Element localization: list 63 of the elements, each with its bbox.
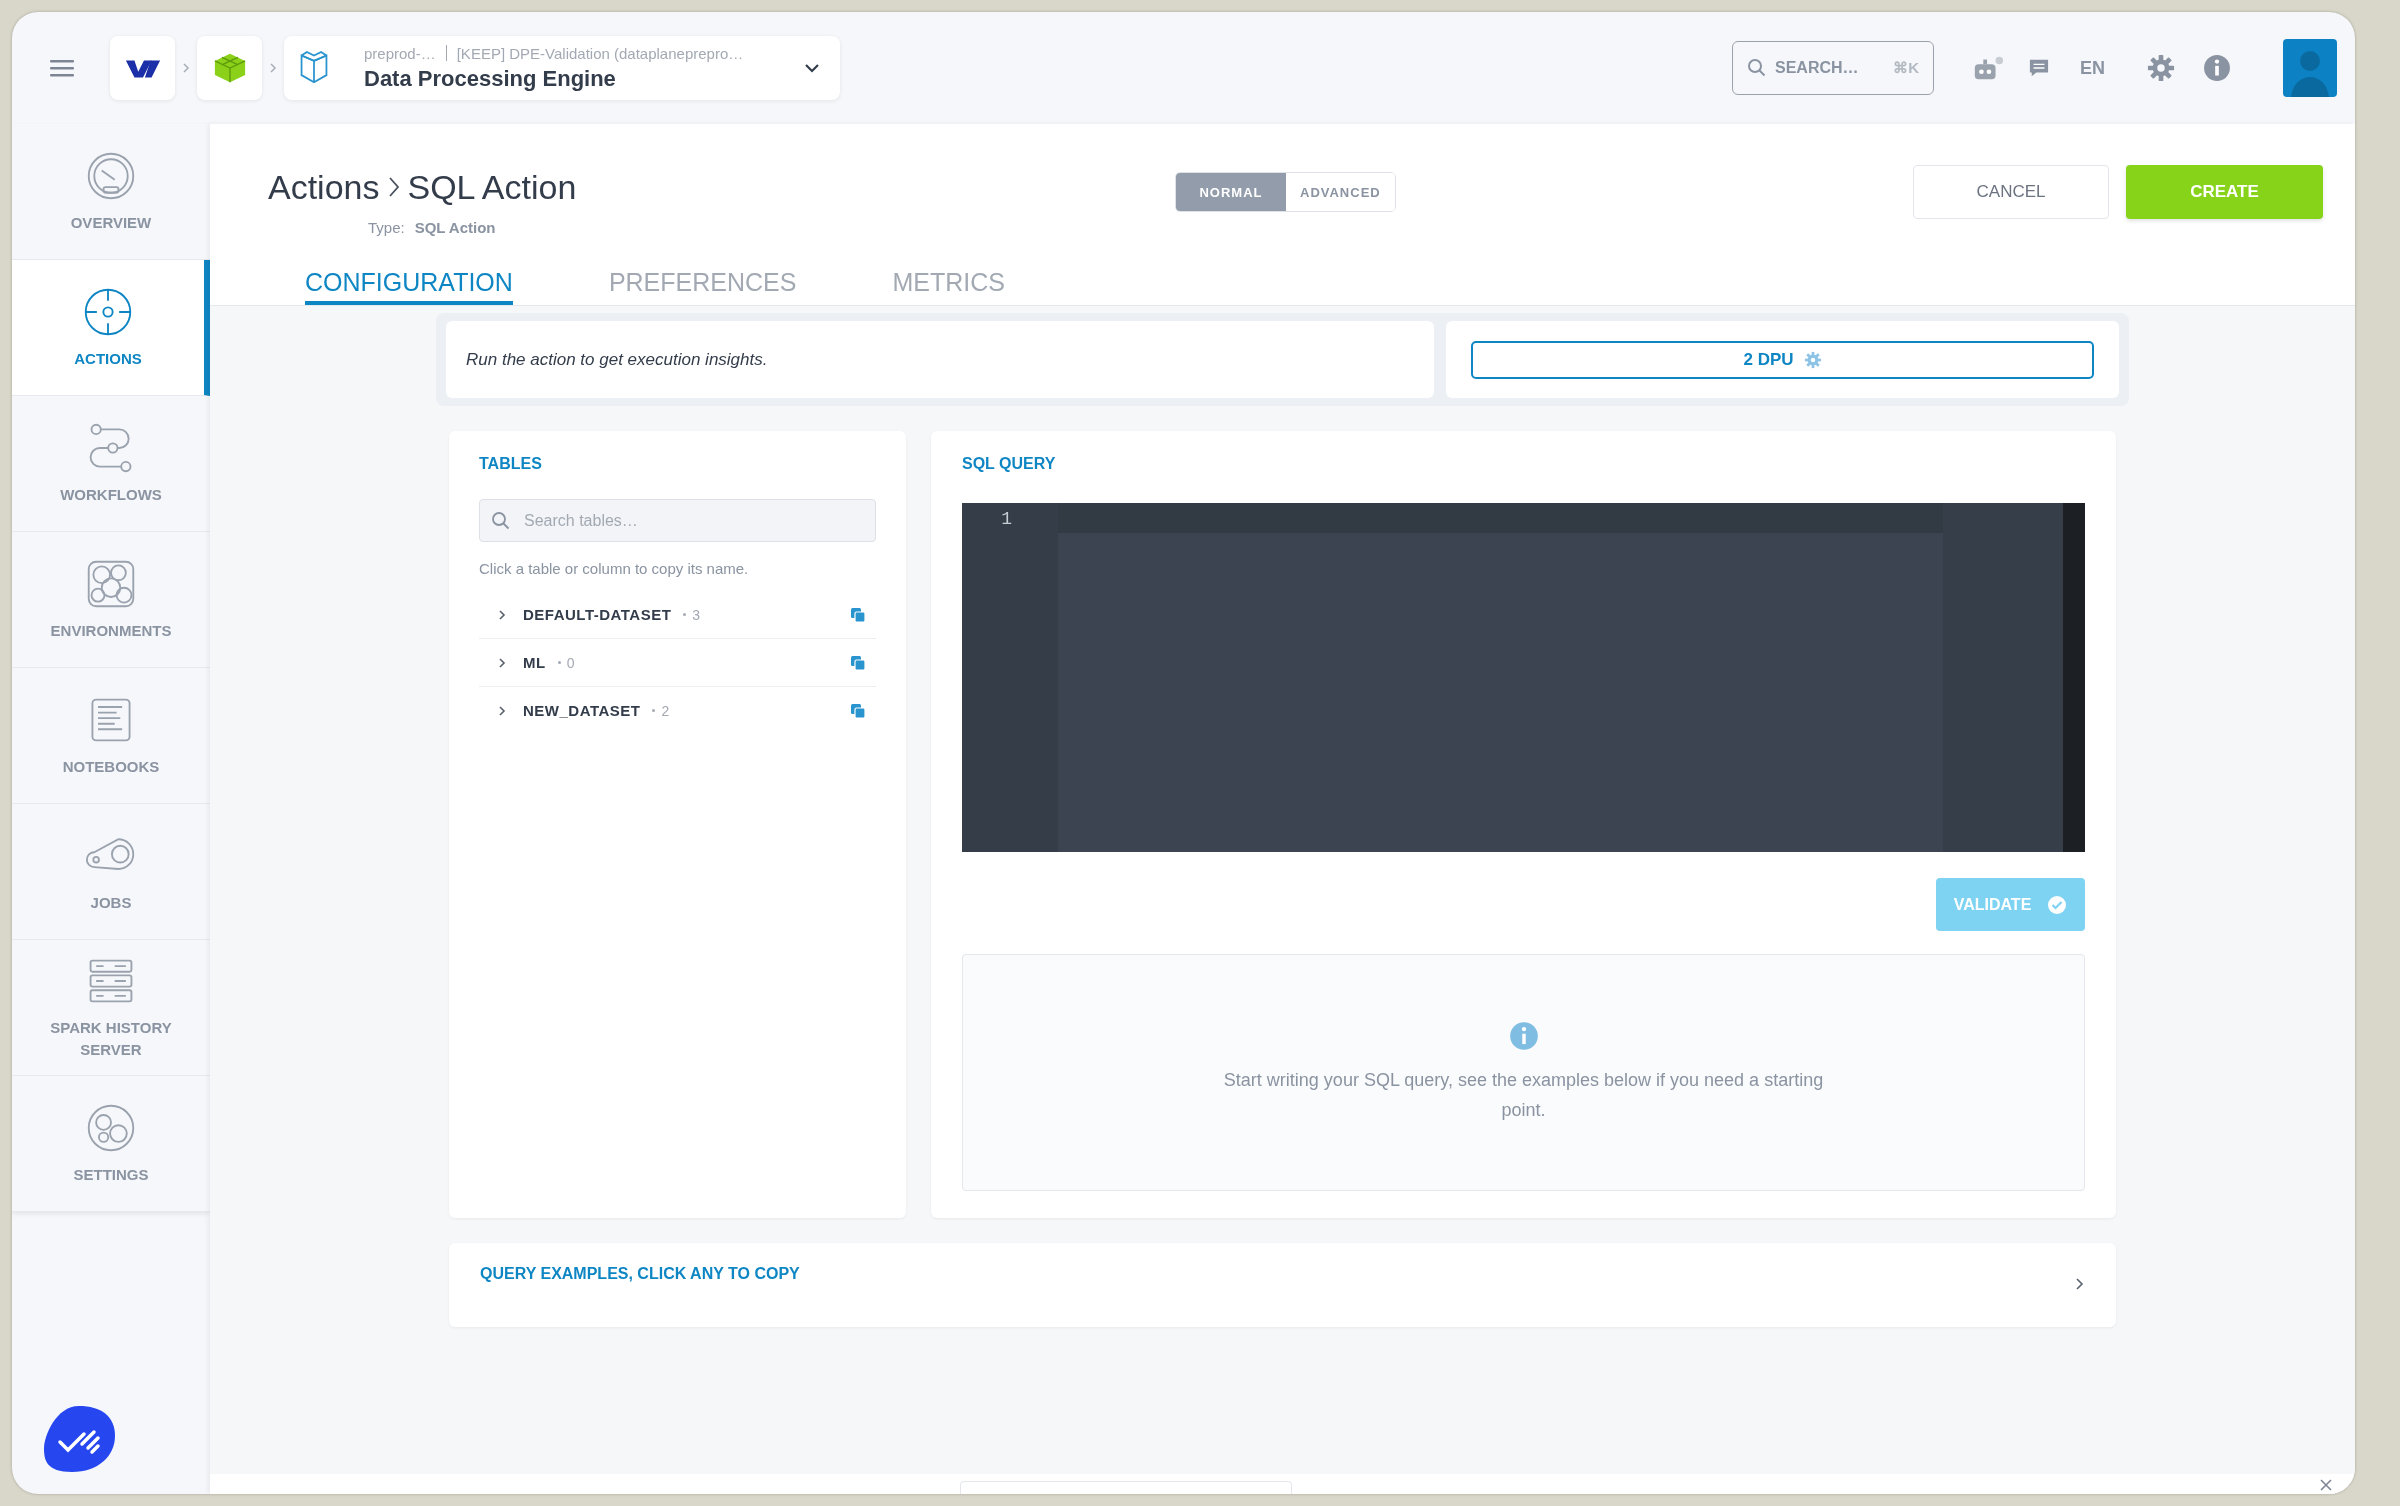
- query-examples-bar[interactable]: QUERY EXAMPLES, CLICK ANY TO COPY: [449, 1243, 2116, 1327]
- expand-chevron-icon[interactable]: [497, 656, 507, 669]
- scrollbar[interactable]: [2063, 503, 2085, 852]
- column-count: 2: [661, 702, 670, 719]
- cancel-button[interactable]: CANCEL: [1913, 165, 2109, 219]
- chevron-right-icon: [182, 62, 190, 74]
- robot-icon[interactable]: [1972, 54, 2004, 82]
- language-code[interactable]: EN: [2080, 57, 2105, 79]
- checkmark-bubble-icon[interactable]: [42, 1404, 116, 1474]
- global-search-field[interactable]: SEARCH… ⌘K: [1732, 41, 1934, 95]
- search-placeholder: SEARCH…: [1775, 59, 1860, 77]
- table-search-field[interactable]: Search tables…: [479, 499, 876, 542]
- mode-toggle-option[interactable]: NORMAL: [1176, 173, 1286, 211]
- info-text: Start writing your SQL query, see the examples below if you need a starting point.: [1222, 1068, 1825, 1122]
- org-button[interactable]: [197, 36, 262, 100]
- project-name: [KEEP] DPE-Validation (dataplanepreprо…: [456, 44, 744, 62]
- search-icon: [1747, 58, 1767, 78]
- info-icon: [1508, 1020, 1539, 1051]
- copy-icon[interactable]: [850, 702, 866, 719]
- copy-icon[interactable]: [850, 606, 866, 623]
- org-name: preprod-…: [364, 44, 436, 62]
- search-icon: [491, 511, 511, 531]
- tab[interactable]: METRICS: [892, 268, 1005, 305]
- chevron-right-icon: [269, 62, 277, 74]
- menu-icon[interactable]: [50, 59, 74, 77]
- expand-chevron-icon[interactable]: [497, 704, 507, 717]
- info-icon[interactable]: [2201, 54, 2233, 82]
- app-title: Data Processing Engine: [364, 65, 617, 92]
- project-selector[interactable]: preprod-… [KEEP] DPE-Validation (dataplanepreprо… Data Processing Engine: [284, 36, 840, 100]
- table-name: DEFAULT-DATASET: [523, 606, 672, 623]
- create-button[interactable]: CREATE: [2126, 165, 2323, 219]
- table-name: NEW_DATASET: [523, 702, 641, 719]
- tab[interactable]: CONFIGURATION: [305, 268, 513, 305]
- insights-text: Run the action to get execution insights.: [466, 349, 768, 370]
- table-row[interactable]: NEW_DATASET 2: [479, 687, 876, 734]
- close-icon[interactable]: [2319, 1478, 2333, 1492]
- copy-icon[interactable]: [850, 654, 866, 671]
- expand-chevron-icon[interactable]: [497, 608, 507, 621]
- nav-item[interactable]: ACTIONS: [12, 260, 210, 396]
- breadcrumb-link[interactable]: Actions: [268, 167, 380, 207]
- table-name: ML: [523, 654, 546, 671]
- settings-icon[interactable]: [2145, 54, 2177, 82]
- hint-text: Click a table or column to copy its name.: [479, 560, 750, 577]
- chevron-right-icon: [2074, 1277, 2084, 1291]
- type-value: SQL Action: [414, 219, 496, 236]
- table-row[interactable]: DEFAULT-DATASET 3: [479, 591, 876, 639]
- shortcut-hint: ⌘K: [1893, 59, 1919, 77]
- line-number: 1: [1001, 509, 1012, 529]
- type-label: Type:: [368, 219, 405, 236]
- logo-button[interactable]: [110, 36, 175, 100]
- chat-icon[interactable]: [2028, 58, 2050, 78]
- column-count: 0: [566, 654, 575, 671]
- chevron-down-icon: [804, 63, 820, 73]
- panel-title: TABLES: [479, 455, 543, 473]
- code-editor[interactable]: 1: [962, 503, 2085, 852]
- dpu-button[interactable]: 2 DPU: [1471, 340, 2094, 379]
- column-count: 3: [692, 606, 701, 623]
- tab[interactable]: PREFERENCES: [608, 268, 797, 305]
- check-circle-icon: [2047, 894, 2068, 915]
- examples-title: QUERY EXAMPLES, CLICK ANY TO COPY: [480, 1265, 801, 1283]
- panel-title: SQL QUERY: [962, 455, 1057, 473]
- page-title: SQL Action: [407, 167, 577, 207]
- table-row[interactable]: ML 0: [479, 639, 876, 687]
